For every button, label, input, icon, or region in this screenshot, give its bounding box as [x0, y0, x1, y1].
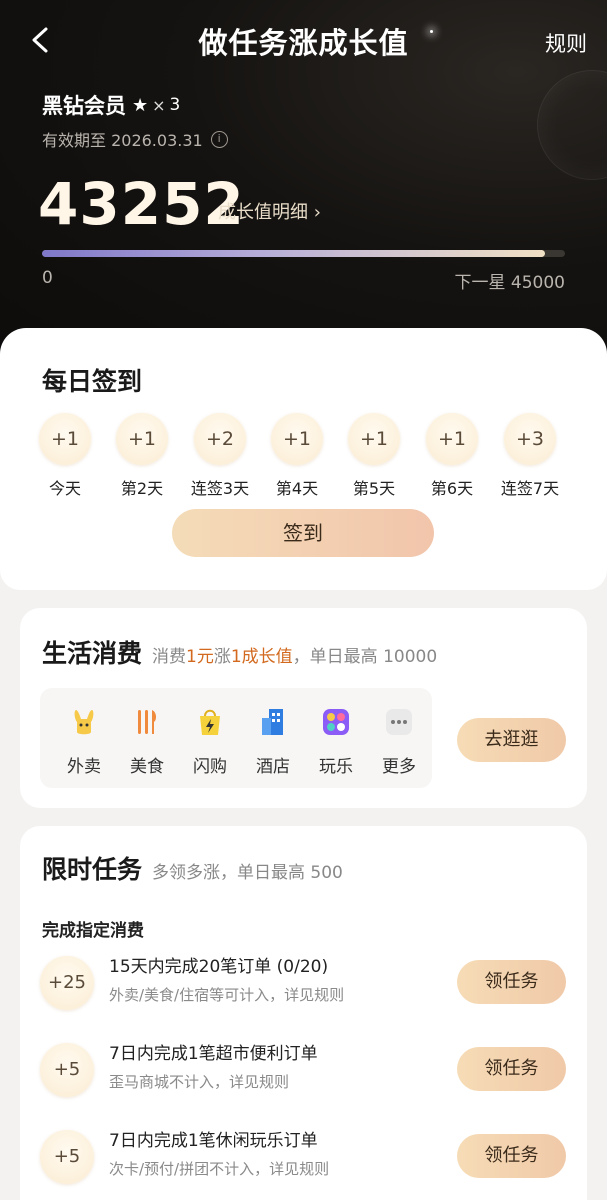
day-label: 今天	[48, 479, 81, 498]
page-title: 做任务涨成长值	[198, 26, 409, 60]
validity-date: 有效期至 2026.03.31 i	[42, 127, 228, 151]
category-panel: 外卖 美食 闪购 酒店 玩乐 更多	[40, 688, 432, 788]
checkin-title: 每日签到	[42, 367, 143, 396]
day-reward-bubble: +2	[194, 413, 246, 465]
utensils-icon	[138, 710, 157, 734]
limited-tasks-card: 限时任务 多领多涨，单日最高 500 完成指定消费 +25 15天内完成20笔订…	[20, 826, 587, 1200]
hero-header: 做任务涨成长值 规则 黑钻会员 ★ × 3 有效期至 2026.03.31 i …	[0, 0, 607, 360]
tasks-subtitle: 多领多涨，单日最高 500	[152, 863, 343, 883]
member-level: 3	[169, 95, 181, 115]
rabbit-icon	[74, 710, 94, 735]
life-sub-gain: 1成长值	[230, 647, 293, 667]
task-desc: 外卖/美食/住宿等可计入，详见规则	[109, 986, 345, 1004]
task-item: +5 7日内完成1笔休闲玩乐订单 次卡/预付/拼团不计入，详见规则 领任务	[20, 1124, 587, 1194]
task-reward-badge: +5	[40, 1043, 94, 1097]
task-item: +5 7日内完成1笔超市便利订单 歪马商城不计入，详见规则 领任务	[20, 1037, 587, 1107]
life-sub-suffix: ，单日最高 10000	[292, 647, 438, 667]
task-item: +25 15天内完成20笔订单 (0/20) 外卖/美食/住宿等可计入，详见规则…	[20, 950, 587, 1020]
category-label: 外卖	[67, 757, 101, 777]
tasks-title: 限时任务	[42, 855, 143, 884]
claim-task-button[interactable]: 领任务	[457, 1047, 566, 1091]
more-icon	[386, 709, 412, 735]
building-icon	[262, 709, 283, 735]
checkin-day: +2 连签3天	[180, 413, 260, 499]
task-name: 15天内完成20笔订单 (0/20)	[109, 957, 329, 977]
progress-start-label: 0	[42, 268, 53, 288]
day-label: 第6天	[430, 479, 474, 498]
task-desc: 歪马商城不计入，详见规则	[109, 1073, 290, 1091]
validity-text: 有效期至 2026.03.31	[42, 131, 203, 150]
category-flash[interactable]: 闪购	[182, 706, 238, 777]
checkin-day: +1 第4天	[257, 413, 337, 499]
day-reward-bubble: +1	[116, 413, 168, 465]
fun-grid-icon	[323, 709, 349, 735]
rules-link[interactable]: 规则	[545, 28, 587, 58]
checkin-day: +3 连签7天	[490, 413, 570, 499]
claim-task-button[interactable]: 领任务	[457, 960, 566, 1004]
claim-task-button[interactable]: 领任务	[457, 1134, 566, 1178]
nav-bar: 做任务涨成长值 规则	[0, 0, 607, 80]
category-label: 闪购	[193, 757, 227, 777]
life-subtitle: 消费1元涨1成长值，单日最高 10000	[152, 642, 437, 667]
day-reward-bubble: +1	[348, 413, 400, 465]
member-name: 黑钻会员	[42, 94, 126, 118]
category-label: 更多	[382, 757, 416, 777]
go-shopping-button[interactable]: 去逛逛	[457, 718, 566, 762]
member-tier: 黑钻会员 ★ × 3	[42, 90, 180, 120]
growth-value: 43252	[38, 170, 245, 238]
day-label: 连签3天	[190, 479, 250, 498]
life-title: 生活消费	[42, 639, 143, 668]
life-title-row: 生活消费 消费1元涨1成长值，单日最高 10000	[42, 634, 437, 670]
progress-end-label: 下一星 45000	[454, 273, 565, 293]
category-label: 酒店	[256, 757, 290, 777]
category-fun[interactable]: 玩乐	[308, 706, 364, 777]
checkin-day: +1 第6天	[412, 413, 492, 499]
task-reward-badge: +25	[40, 956, 94, 1010]
life-sub-mid: 涨	[213, 647, 231, 667]
growth-progress-fill	[42, 250, 545, 257]
daily-checkin-card: 每日签到 +1 今天 +1 第2天 +2 连签3天 +1 第4天 +1 第5天	[0, 328, 607, 590]
day-label: 第4天	[275, 479, 319, 498]
category-label: 美食	[130, 757, 164, 777]
checkin-day: +1 今天	[25, 413, 105, 499]
day-reward-bubble: +1	[426, 413, 478, 465]
checkin-day: +1 第5天	[334, 413, 414, 499]
task-desc: 次卡/预付/拼团不计入，详见规则	[109, 1160, 330, 1178]
task-reward-badge: +5	[40, 1130, 94, 1184]
category-more[interactable]: 更多	[371, 706, 427, 777]
life-sub-amount: 1元	[186, 647, 214, 667]
day-label: 连签7天	[500, 479, 560, 498]
checkin-day: +1 第2天	[102, 413, 182, 499]
task-name: 7日内完成1笔休闲玩乐订单	[109, 1131, 318, 1151]
category-waimai[interactable]: 外卖	[56, 706, 112, 777]
tasks-section-label: 完成指定消费	[42, 921, 144, 941]
checkin-button[interactable]: 签到	[172, 509, 434, 557]
life-sub-prefix: 消费	[152, 647, 187, 667]
lightning-bag-icon	[200, 709, 220, 735]
growth-progress-bar	[42, 250, 565, 257]
day-reward-bubble: +1	[39, 413, 91, 465]
star-icon: ★	[132, 94, 149, 116]
info-icon[interactable]: i	[210, 130, 228, 148]
growth-detail-link[interactable]: 成长值明细 ›	[218, 198, 321, 224]
day-reward-bubble: +1	[271, 413, 323, 465]
life-spending-card: 生活消费 消费1元涨1成长值，单日最高 10000 外卖 美食 闪购 酒店 玩乐…	[20, 608, 587, 808]
task-name: 7日内完成1笔超市便利订单	[109, 1044, 318, 1064]
planet-decoration	[537, 70, 607, 180]
day-label: 第5天	[352, 479, 396, 498]
category-food[interactable]: 美食	[119, 706, 175, 777]
category-hotel[interactable]: 酒店	[245, 706, 301, 777]
day-label: 第2天	[120, 479, 164, 498]
tasks-title-row: 限时任务 多领多涨，单日最高 500	[42, 850, 343, 886]
times-symbol: ×	[152, 95, 166, 115]
category-label: 玩乐	[319, 757, 353, 777]
day-reward-bubble: +3	[504, 413, 556, 465]
